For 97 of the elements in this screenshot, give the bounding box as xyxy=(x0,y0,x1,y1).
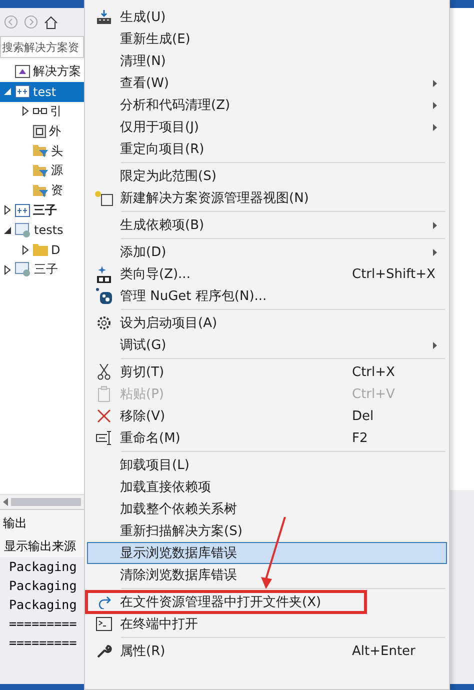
class-wizard-icon xyxy=(96,266,112,282)
close-icon xyxy=(97,409,111,423)
tree-item-label: 资 xyxy=(51,182,63,200)
output-line: ========= xyxy=(9,615,78,633)
menu-item[interactable]: 卸载项目(L) xyxy=(87,454,447,476)
tree-item[interactable]: 三子 xyxy=(0,200,84,220)
menu-item[interactable]: 限定为此范围(S) xyxy=(87,165,447,187)
menu-item[interactable]: 在终端中打开 xyxy=(87,613,447,635)
menu-item[interactable]: 添加(D) xyxy=(87,241,447,263)
shortcut-label: Del xyxy=(352,408,374,424)
menu-item[interactable]: 设为启动项目(A) xyxy=(87,312,447,334)
home-icon[interactable] xyxy=(44,16,58,28)
scroll-left-icon[interactable] xyxy=(3,498,9,506)
search-field[interactable]: 搜索解决方案资 xyxy=(0,36,84,58)
menu-item[interactable]: 加载整个依赖关系树 xyxy=(87,498,447,520)
shortcut-label: Ctrl+Shift+X xyxy=(352,266,436,282)
clipboard-icon xyxy=(98,386,110,402)
menu-item[interactable]: 加载直接依赖项 xyxy=(87,476,447,498)
filter-folder-icon xyxy=(33,144,48,158)
menu-item[interactable]: 重命名(M) F2 xyxy=(87,427,447,449)
tree-item-label: tests xyxy=(34,223,64,238)
project-icon xyxy=(15,85,30,98)
tree-item[interactable]: 资 xyxy=(0,180,84,201)
menu-item[interactable]: 清除浏览数据库错误 xyxy=(87,564,447,586)
collapsed-arrow-icon[interactable] xyxy=(4,264,11,275)
menu-item[interactable]: 在文件资源管理器中打开文件夹(X) xyxy=(87,591,447,613)
menu-item[interactable]: 清理(N) xyxy=(87,50,447,72)
title-bar xyxy=(450,0,474,8)
tree-item-label: 头 xyxy=(51,142,63,160)
gear-icon xyxy=(97,316,111,330)
new-view-icon xyxy=(95,190,113,206)
rename-icon xyxy=(96,431,112,445)
menu-item[interactable]: 剪切(T) Ctrl+X xyxy=(87,361,447,383)
menu-item[interactable]: 分析和代码清理(Z) xyxy=(87,94,447,116)
tree-item[interactable]: 源 xyxy=(0,160,84,181)
shortcut-label: Ctrl+V xyxy=(352,386,395,402)
output-source-label: 显示输出来源 xyxy=(3,538,77,555)
terminal-icon xyxy=(96,617,112,631)
folder-icon xyxy=(33,244,48,256)
tree-item-label: 外 xyxy=(49,122,61,140)
output-line: Packaging xyxy=(9,596,78,614)
tree-item-label: test xyxy=(33,84,56,99)
menu-item[interactable]: 显示浏览数据库错误 xyxy=(87,542,447,564)
output-line: Packaging xyxy=(9,558,78,576)
project-icon xyxy=(15,222,31,238)
project-icon xyxy=(15,262,31,278)
tree-item[interactable]: 引 xyxy=(0,102,84,122)
tree-item[interactable]: 三子 xyxy=(0,260,84,280)
project-icon xyxy=(15,204,30,217)
menu-item[interactable]: 调试(G) xyxy=(87,334,447,356)
collapsed-arrow-icon[interactable] xyxy=(22,106,29,116)
menu-item[interactable]: 属性(R) Alt+Enter xyxy=(87,640,447,662)
build-icon xyxy=(96,10,112,24)
menu-item[interactable]: 重定向项目(R) xyxy=(87,138,447,160)
shortcut-label: Ctrl+X xyxy=(352,364,395,380)
redo-arrow-icon xyxy=(96,595,112,609)
tree-item[interactable]: 解决方案 xyxy=(0,62,84,82)
menu-item[interactable]: 管理 NuGet 程序包(N)... xyxy=(87,285,447,307)
nuget-icon xyxy=(96,288,112,304)
tree-item-label: 引 xyxy=(50,102,62,120)
status-bar xyxy=(450,684,474,690)
wrench-icon xyxy=(96,644,112,658)
tree-item[interactable]: tests xyxy=(0,220,84,240)
references-icon xyxy=(33,108,47,115)
menu-item[interactable]: 生成(U) xyxy=(87,6,447,28)
expanded-arrow-icon[interactable] xyxy=(4,226,11,234)
menu-item[interactable]: 新建解决方案资源管理器视图(N) xyxy=(87,187,447,209)
panel-title: 输出 xyxy=(3,514,27,532)
tree-item[interactable]: 外 xyxy=(0,121,84,142)
menu-item[interactable]: 类向导(Z)... Ctrl+Shift+X xyxy=(87,263,447,285)
tree-item[interactable]: 头 xyxy=(0,141,84,161)
tree-item-label: D xyxy=(51,243,60,258)
folder-icon xyxy=(33,124,46,138)
menu-item[interactable]: 重新生成(E) xyxy=(87,28,447,50)
collapsed-arrow-icon[interactable] xyxy=(22,245,29,256)
output-line: Packaging xyxy=(9,577,78,595)
tree-item-label: 三子 xyxy=(33,202,57,219)
output-line: ========= xyxy=(9,634,78,652)
tree-item-label: 解决方案 xyxy=(33,63,81,80)
filter-folder-icon xyxy=(33,164,48,178)
filter-folder-icon xyxy=(33,184,48,198)
solution-icon xyxy=(15,65,30,78)
menu-item[interactable]: 生成依赖项(B) xyxy=(87,214,447,236)
menu-item[interactable]: 移除(V) Del xyxy=(87,405,447,427)
tree-item-label: 三子 xyxy=(34,261,58,278)
menu-item[interactable]: 重新扫描解决方案(S) xyxy=(87,520,447,542)
collapsed-arrow-icon[interactable] xyxy=(4,205,11,216)
menu-item[interactable]: 仅用于项目(J) xyxy=(87,116,447,138)
scrollbar-thumb[interactable] xyxy=(11,498,81,506)
tree-item[interactable]: D xyxy=(0,240,84,260)
tree-item-label: 源 xyxy=(51,162,63,180)
annotation-arrow xyxy=(259,517,287,589)
shortcut-label: F2 xyxy=(352,430,368,446)
shortcut-label: Alt+Enter xyxy=(352,644,416,658)
scissors-icon xyxy=(97,364,111,380)
tree-item[interactable]: test xyxy=(0,82,84,102)
menu-item[interactable]: 查看(W) xyxy=(87,72,447,94)
